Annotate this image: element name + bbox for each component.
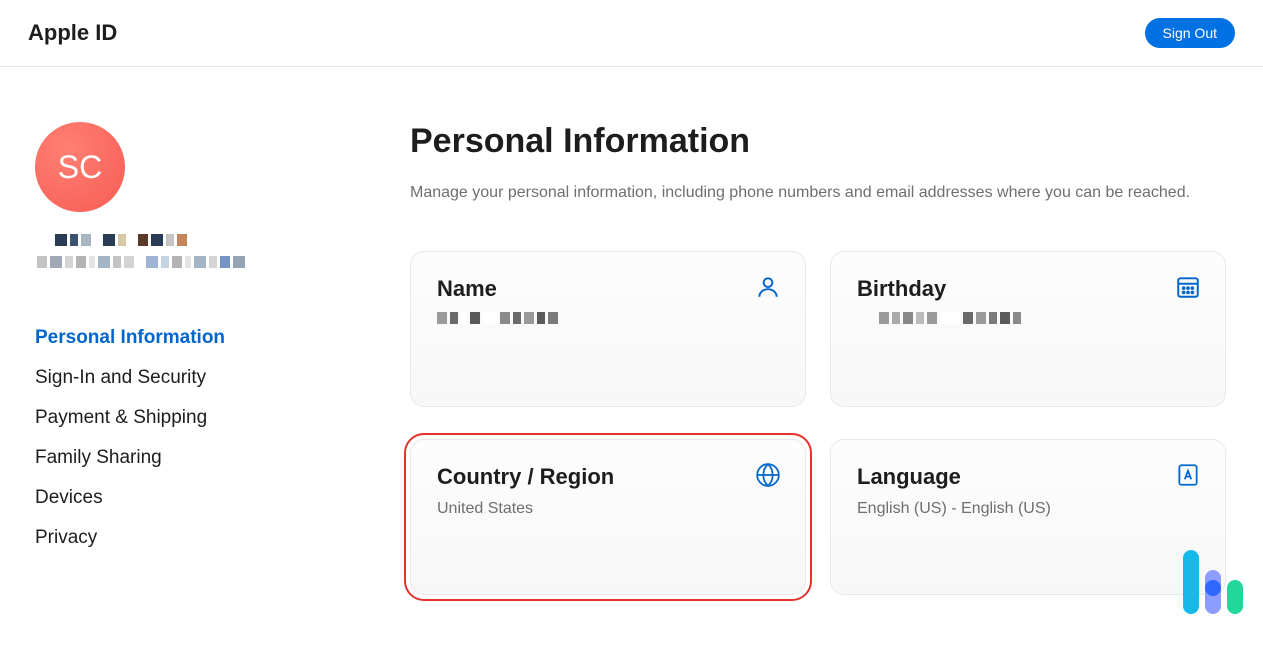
birthday-card-title: Birthday xyxy=(857,276,1199,302)
language-card-value: English (US) - English (US) xyxy=(857,500,1199,518)
content-container: SC xyxy=(0,67,1263,595)
name-card-title: Name xyxy=(437,276,779,302)
sidebar: SC xyxy=(0,67,380,595)
avatar[interactable]: SC xyxy=(35,122,125,212)
country-region-card-value: United States xyxy=(437,500,779,518)
header: Apple ID Sign Out xyxy=(0,0,1263,67)
user-name-redacted xyxy=(55,234,340,246)
page-description: Manage your personal information, includ… xyxy=(410,181,1210,205)
person-icon xyxy=(755,274,781,300)
nav-payment-shipping[interactable]: Payment & Shipping xyxy=(35,398,340,438)
country-region-card[interactable]: Country / Region United States xyxy=(410,439,806,595)
globe-icon xyxy=(755,462,781,488)
decoration-bar-3 xyxy=(1227,580,1243,614)
calendar-icon xyxy=(1175,274,1201,300)
name-card-value-redacted xyxy=(437,312,779,324)
user-email-redacted xyxy=(37,256,340,268)
country-region-card-title: Country / Region xyxy=(437,464,779,490)
cards-grid: Name xyxy=(410,251,1233,595)
language-icon xyxy=(1175,462,1201,488)
decoration-bar-1 xyxy=(1183,550,1199,614)
birthday-card[interactable]: Birthday xyxy=(830,251,1226,407)
decoration-dot xyxy=(1205,580,1221,596)
avatar-initials: SC xyxy=(58,149,102,186)
nav-personal-information[interactable]: Personal Information xyxy=(35,318,340,358)
nav-devices[interactable]: Devices xyxy=(35,478,340,518)
nav-sign-in-security[interactable]: Sign-In and Security xyxy=(35,358,340,398)
birthday-card-value-redacted xyxy=(879,312,1199,324)
nav-list: Personal Information Sign-In and Securit… xyxy=(35,318,340,558)
decoration-bars xyxy=(1183,550,1243,614)
decoration-bar-2 xyxy=(1205,570,1221,614)
nav-privacy[interactable]: Privacy xyxy=(35,518,340,558)
name-card[interactable]: Name xyxy=(410,251,806,407)
page-title: Personal Information xyxy=(410,122,1233,161)
language-card-title: Language xyxy=(857,464,1199,490)
sign-out-button[interactable]: Sign Out xyxy=(1145,18,1235,48)
page-brand-title: Apple ID xyxy=(28,20,117,46)
nav-family-sharing[interactable]: Family Sharing xyxy=(35,438,340,478)
language-card[interactable]: Language English (US) - English (US) xyxy=(830,439,1226,595)
main-content: Personal Information Manage your persona… xyxy=(380,67,1263,595)
